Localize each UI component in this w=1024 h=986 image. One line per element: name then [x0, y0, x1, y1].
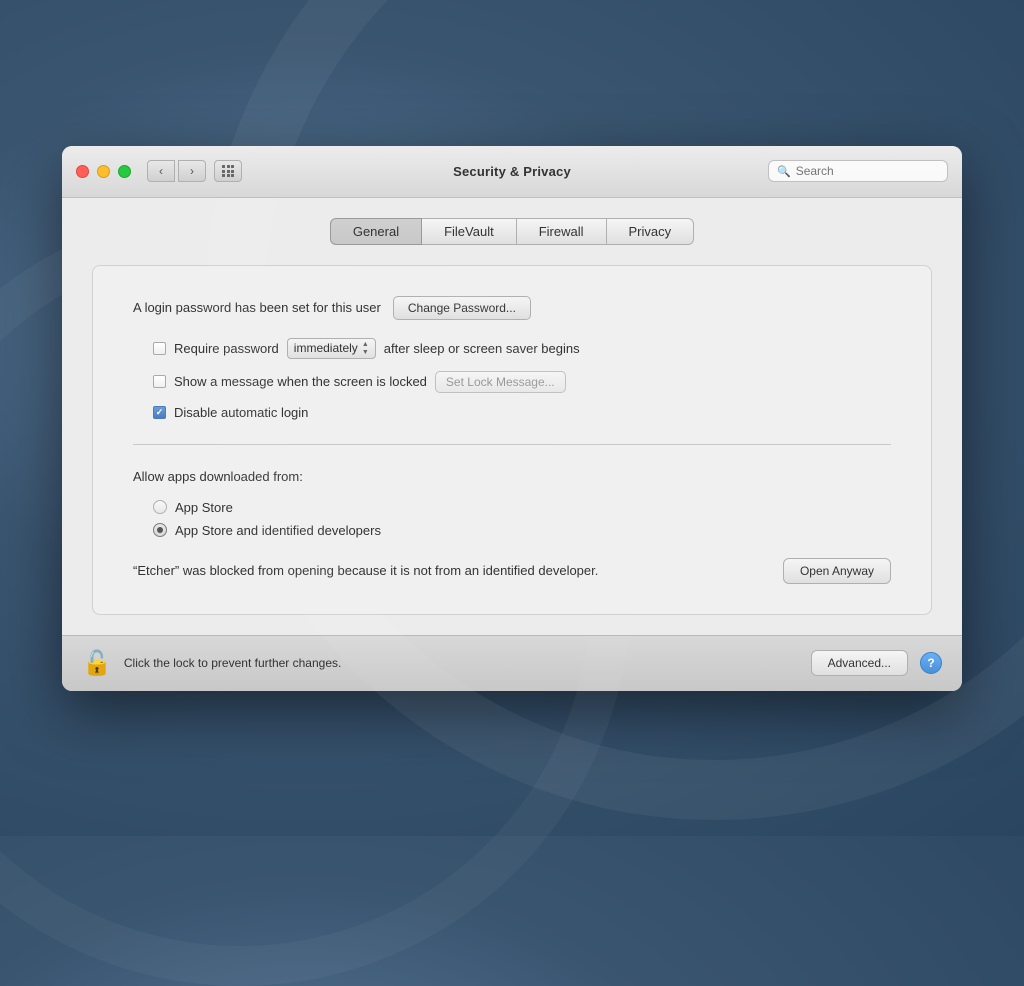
- radio-selected-indicator: [157, 527, 163, 533]
- tab-bar: General FileVault Firewall Privacy: [92, 218, 932, 245]
- minimize-button[interactable]: [97, 165, 110, 178]
- advanced-button[interactable]: Advanced...: [811, 650, 908, 676]
- settings-panel: A login password has been set for this u…: [92, 265, 932, 615]
- appstore-radio[interactable]: [153, 500, 167, 514]
- appstore-identified-radio-row: App Store and identified developers: [153, 523, 891, 538]
- disable-login-row: ✓ Disable automatic login: [153, 405, 891, 420]
- immediately-dropdown[interactable]: immediately ▲ ▼: [287, 338, 376, 359]
- section-divider: [133, 444, 891, 445]
- set-lock-message-button[interactable]: Set Lock Message...: [435, 371, 566, 393]
- nav-buttons: ‹ ›: [147, 160, 206, 182]
- tab-general[interactable]: General: [330, 218, 422, 245]
- window-title: Security & Privacy: [453, 164, 571, 179]
- grid-button[interactable]: [214, 160, 242, 182]
- immediately-value: immediately: [294, 341, 358, 355]
- after-sleep-label: after sleep or screen saver begins: [384, 341, 580, 356]
- dropdown-arrows-icon: ▲ ▼: [362, 341, 369, 356]
- change-password-button[interactable]: Change Password...: [393, 296, 531, 320]
- appstore-label: App Store: [175, 500, 233, 515]
- grid-icon: [222, 165, 234, 177]
- show-message-label: Show a message when the screen is locked: [174, 374, 427, 389]
- allow-apps-label: Allow apps downloaded from:: [133, 469, 891, 484]
- content-area: General FileVault Firewall Privacy A log…: [62, 198, 962, 635]
- checkmark-icon: ✓: [156, 407, 164, 418]
- blocked-app-section: “Etcher” was blocked from opening becaus…: [133, 558, 891, 584]
- tab-firewall[interactable]: Firewall: [516, 218, 607, 245]
- require-password-label: Require password: [174, 341, 279, 356]
- appstore-radio-row: App Store: [153, 500, 891, 515]
- main-window: ‹ › Security & Privacy 🔍 General FileVau…: [62, 146, 962, 691]
- password-label: A login password has been set for this u…: [133, 300, 381, 315]
- tab-privacy[interactable]: Privacy: [606, 218, 695, 245]
- bottom-bar: 🔓 Click the lock to prevent further chan…: [62, 635, 962, 691]
- lock-label: Click the lock to prevent further change…: [124, 656, 799, 670]
- disable-login-label: Disable automatic login: [174, 405, 308, 420]
- forward-button[interactable]: ›: [178, 160, 206, 182]
- show-message-row: Show a message when the screen is locked…: [153, 371, 891, 393]
- disable-login-checkbox[interactable]: ✓: [153, 406, 166, 419]
- back-button[interactable]: ‹: [147, 160, 175, 182]
- require-password-row: Require password immediately ▲ ▼ after s…: [153, 338, 891, 359]
- search-bar[interactable]: 🔍: [768, 160, 948, 182]
- open-anyway-button[interactable]: Open Anyway: [783, 558, 891, 584]
- show-message-checkbox[interactable]: [153, 375, 166, 388]
- appstore-identified-radio[interactable]: [153, 523, 167, 537]
- lock-icon[interactable]: 🔓: [82, 649, 112, 678]
- help-button[interactable]: ?: [920, 652, 942, 674]
- titlebar: ‹ › Security & Privacy 🔍: [62, 146, 962, 198]
- require-password-checkbox[interactable]: [153, 342, 166, 355]
- search-input[interactable]: [796, 164, 939, 178]
- appstore-identified-label: App Store and identified developers: [175, 523, 381, 538]
- blocked-text: “Etcher” was blocked from opening becaus…: [133, 561, 763, 581]
- downloads-section: Allow apps downloaded from: App Store Ap…: [133, 469, 891, 584]
- maximize-button[interactable]: [118, 165, 131, 178]
- tab-filevault[interactable]: FileVault: [421, 218, 517, 245]
- options-section: Require password immediately ▲ ▼ after s…: [133, 338, 891, 420]
- password-row: A login password has been set for this u…: [133, 296, 891, 320]
- search-icon: 🔍: [777, 165, 791, 178]
- radio-options: App Store App Store and identified devel…: [133, 500, 891, 538]
- traffic-lights: [76, 165, 131, 178]
- close-button[interactable]: [76, 165, 89, 178]
